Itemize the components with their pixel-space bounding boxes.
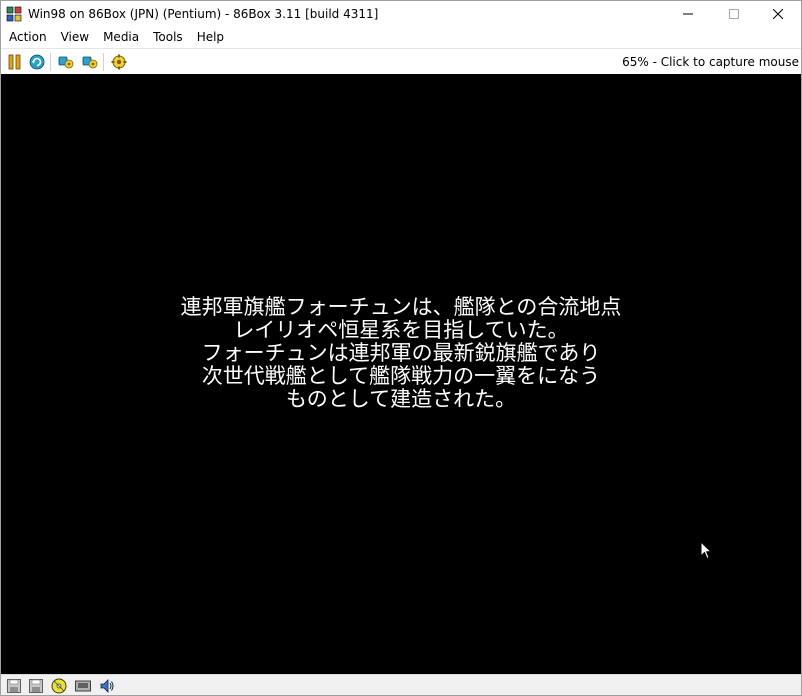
- close-button[interactable]: [755, 1, 801, 27]
- close-icon: [773, 9, 783, 19]
- story-line: フォーチュンは連邦軍の最新鋭旗艦であり: [201, 341, 601, 365]
- floppy-drive-2[interactable]: [28, 678, 44, 694]
- emulator-screen[interactable]: 連邦軍旗艦フォーチュンは、艦隊との合流地点 レイリオペ恒星系を目指していた。 フ…: [1, 74, 801, 674]
- sound-device[interactable]: [99, 678, 115, 694]
- reset-button[interactable]: [28, 53, 46, 71]
- title-bar[interactable]: Win98 on 86Box (JPN) (Pentium) - 86Box 3…: [1, 1, 801, 27]
- settings-button[interactable]: [110, 53, 128, 71]
- ctrl-alt-esc-button[interactable]: [81, 53, 99, 71]
- reset-icon: [29, 54, 45, 70]
- minimize-button[interactable]: [665, 1, 711, 27]
- toolbar-separator: [50, 53, 51, 71]
- menu-bar: Action View Media Tools Help: [1, 27, 801, 48]
- toolbar: 65% - Click to capture mouse: [1, 48, 801, 74]
- story-line: ものとして建造された。: [285, 387, 517, 411]
- story-line: 連邦軍旗艦フォーチュンは、艦隊との合流地点: [180, 295, 622, 319]
- menu-view[interactable]: View: [54, 27, 96, 48]
- floppy-drive-icon: [7, 679, 21, 693]
- menu-media[interactable]: Media: [96, 27, 146, 48]
- story-line: 次世代戦艦として艦隊戦力の一翼をになう: [201, 364, 601, 388]
- window-title: Win98 on 86Box (JPN) (Pentium) - 86Box 3…: [28, 7, 379, 21]
- pause-button[interactable]: [6, 53, 24, 71]
- toolbar-separator: [103, 53, 104, 71]
- status-bar: [1, 674, 801, 695]
- sound-icon: [100, 679, 114, 693]
- network-adapter[interactable]: [75, 678, 91, 694]
- floppy-drive-1[interactable]: [6, 678, 22, 694]
- cdrom-drive[interactable]: [51, 678, 67, 694]
- maximize-button[interactable]: [711, 1, 757, 27]
- menu-action[interactable]: Action: [1, 27, 54, 48]
- ctrl-alt-esc-icon: [82, 56, 98, 69]
- app-window: Win98 on 86Box (JPN) (Pentium) - 86Box 3…: [0, 0, 802, 696]
- mouse-capture-status: 65% - Click to capture mouse: [622, 55, 799, 69]
- mouse-pointer-icon: [700, 540, 713, 561]
- app-logo-icon: [6, 6, 22, 22]
- floppy-drive-icon: [29, 679, 43, 693]
- network-icon: [75, 680, 91, 692]
- minimize-icon: [683, 13, 693, 15]
- ctrl-alt-del-icon: [58, 56, 74, 69]
- menu-tools[interactable]: Tools: [146, 27, 190, 48]
- pause-icon: [8, 54, 21, 70]
- cdrom-drive-icon: [51, 678, 67, 694]
- story-line: レイリオペ恒星系を目指していた。: [233, 318, 569, 342]
- ctrl-alt-del-button[interactable]: [57, 53, 75, 71]
- menu-help[interactable]: Help: [190, 27, 231, 48]
- maximize-icon: [729, 9, 739, 19]
- settings-icon: [111, 54, 127, 70]
- story-text: 連邦軍旗艦フォーチュンは、艦隊との合流地点 レイリオペ恒星系を目指していた。 フ…: [1, 296, 801, 411]
